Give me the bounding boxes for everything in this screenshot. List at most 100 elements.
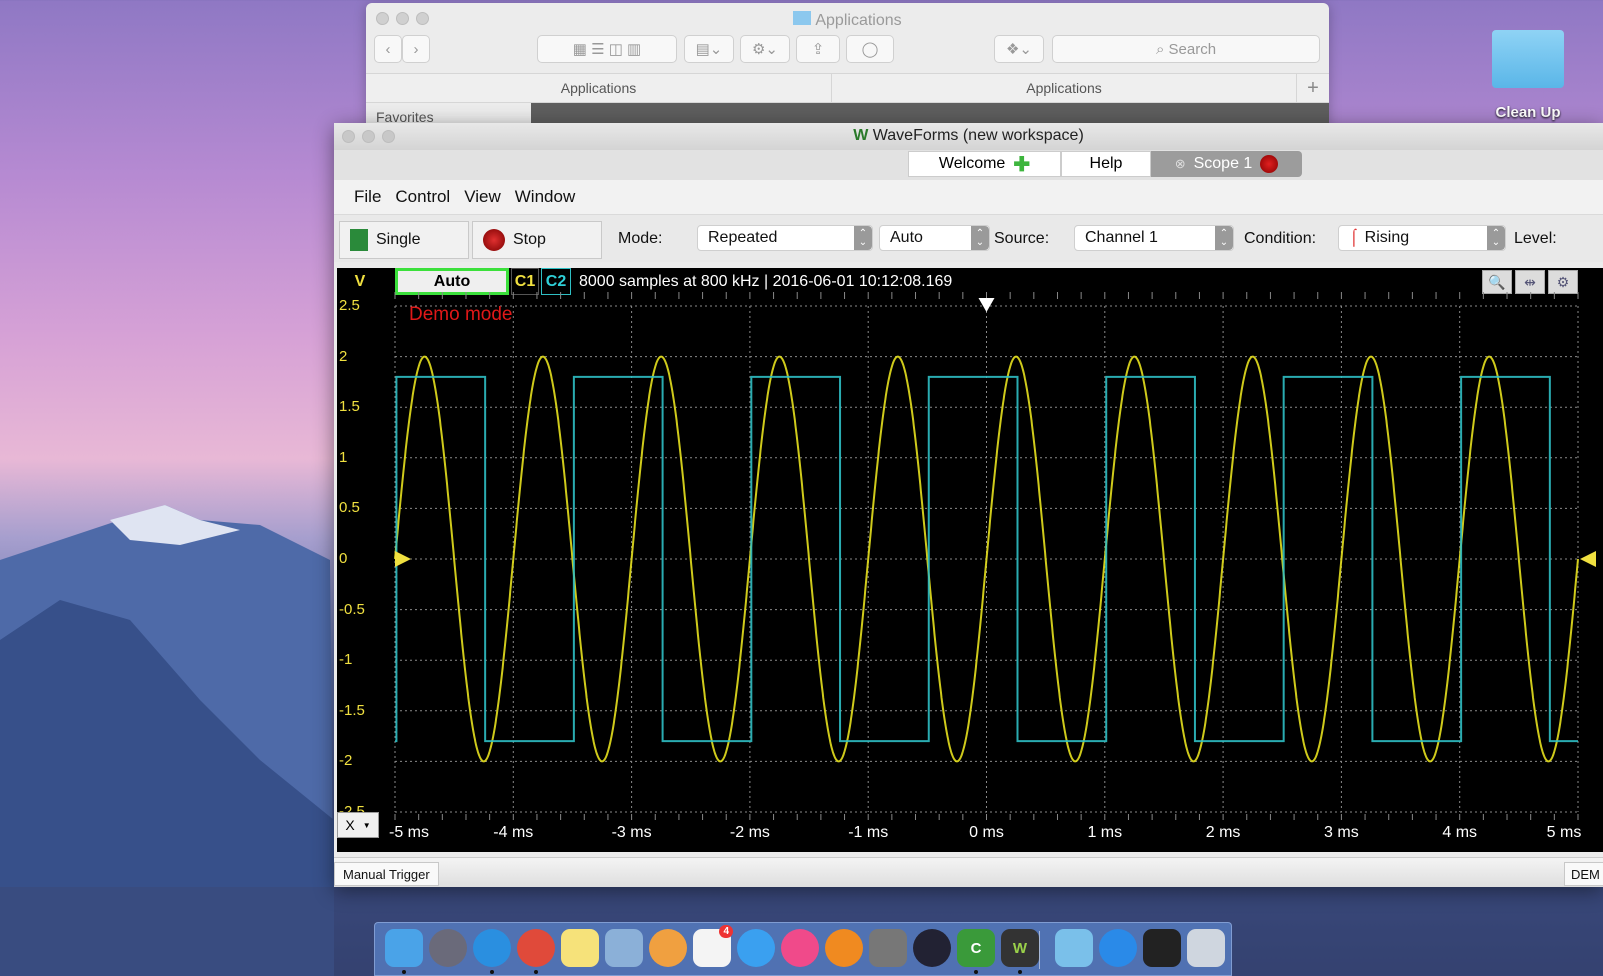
condition-select[interactable]: ⌠ Rising ⌃ ⌄ [1338,225,1506,251]
running-indicator [974,970,978,974]
dock-terminal-icon[interactable] [1143,929,1181,967]
single-button[interactable]: Single [339,221,469,259]
trigger-toolbar: Single Stop Mode: Repeated ⌃ ⌄ Auto ⌃ ⌄ Sour… [334,214,1603,262]
x-axis-button[interactable]: X ▼ [337,812,379,838]
dock-finder-icon[interactable] [385,929,423,967]
path-tab-1[interactable]: Applications [366,73,831,103]
share-button[interactable]: ⇪ [796,35,840,63]
source-select[interactable]: Channel 1 ⌃ ⌄ [1074,225,1234,251]
workspace-tabs: Welcome ✚ Help ⊗ Scope 1 [334,150,1603,180]
mode-value: Repeated [708,229,778,246]
forward-button[interactable]: › [402,35,430,63]
mode-select[interactable]: Repeated ⌃ ⌄ [697,225,873,251]
auto-value: Auto [890,229,923,246]
path-tab-label: Applications [1026,80,1102,96]
x-tick-label: 2 ms [1205,824,1241,841]
finder-title: Applications [815,12,902,29]
path-tab-label: Applications [560,80,637,96]
dock-quicktime-icon[interactable] [913,929,951,967]
y-tick-label: 2.5 [339,297,360,314]
x-axis-label: X [345,817,355,833]
add-tab-button[interactable]: + [1296,73,1329,103]
stepper-icon: ⌃ ⌄ [1215,226,1233,250]
title-bar: W WaveForms (new workspace) [334,123,1603,150]
dock-safari-icon[interactable] [473,929,511,967]
x-tick-label: 5 ms [1546,824,1582,841]
finder-window: Applications ‹ › ▦ ☰ ◫ ▥ ▤⌄ ⚙⌄ ⇪ ◯ ❖⌄ ⌕ … [366,3,1329,128]
tab-scope-1[interactable]: ⊗ Scope 1 [1151,151,1302,177]
menu-bar: File Control View Window [334,180,1603,214]
running-indicator [402,970,406,974]
stepper-icon: ⌃ ⌄ [854,226,872,250]
menu-view[interactable]: View [464,187,501,207]
tag-button[interactable]: ◯ [846,35,894,63]
y-tick-label: 1.5 [339,398,360,416]
view-mode-buttons[interactable]: ▦ ☰ ◫ ▥ [537,35,677,63]
dock-itunes-icon[interactable] [781,929,819,967]
dock-separator [1039,931,1040,969]
dock-downloads-folder-icon[interactable] [1055,929,1093,967]
tab-label: Welcome [938,155,1006,172]
dropbox-button[interactable]: ❖⌄ [994,35,1044,63]
manual-trigger-button[interactable]: Manual Trigger [334,862,439,886]
running-indicator [1018,970,1022,974]
oscilloscope-plot[interactable]: V Auto C1 C2 8000 samples at 800 kHz | 2… [337,268,1603,852]
auto-select[interactable]: Auto ⌃ ⌄ [879,225,990,251]
tab-help[interactable]: Help [1061,151,1151,177]
dock-trash-icon[interactable] [1187,929,1225,967]
notification-badge: 4 [719,925,733,938]
x-tick-label: -1 ms [848,824,889,841]
stop-button[interactable]: Stop [472,221,602,259]
source-label: Source: [994,230,1050,247]
trigger-position-marker [978,298,995,312]
folder-label: Clean Up [1495,104,1561,121]
x-tick-label: 3 ms [1324,824,1359,841]
dock-notes-icon[interactable] [561,929,599,967]
dock-chrome-icon[interactable] [517,929,555,967]
y-tick-label: 2 [339,347,348,365]
running-indicator [490,970,494,974]
dock-ibooks-icon[interactable] [825,929,863,967]
level-label: Level: [1514,230,1557,247]
close-tab-icon[interactable]: ⊗ [1175,156,1186,172]
dock-app-store-icon[interactable] [1099,929,1137,967]
path-tab-2[interactable]: Applications [831,73,1296,103]
stepper-icon: ⌃ ⌄ [1487,226,1505,250]
x-tick-label: 1 ms [1087,824,1123,841]
waveforms-window: W WaveForms (new workspace) Welcome ✚ Hel… [334,123,1603,887]
back-button[interactable]: ‹ [374,35,402,63]
x-tick-label: 0 ms [969,824,1004,841]
arrange-button[interactable]: ▤⌄ [684,35,734,63]
tab-welcome[interactable]: Welcome ✚ [908,151,1061,177]
x-tick-label: -4 ms [493,824,534,841]
x-tick-label: -5 ms [389,824,429,841]
demo-button[interactable]: DEM [1564,862,1603,886]
dock-messages-icon[interactable] [737,929,775,967]
action-gear-button[interactable]: ⚙⌄ [740,35,790,63]
dock-system-preferences-icon[interactable] [869,929,907,967]
y-tick-label: -1.5 [339,701,365,719]
desktop-folder[interactable]: Clean Up [1478,26,1578,126]
dock-preview-icon[interactable] [605,929,643,967]
record-icon [1260,155,1279,173]
dropdown-icon: ▼ [362,820,371,830]
dock-waveforms-icon[interactable]: W [1001,929,1039,967]
add-icon[interactable]: ✚ [1013,152,1030,177]
search-field[interactable]: ⌕ Search [1052,35,1320,63]
dock-reminders-icon[interactable]: 4 [693,925,733,967]
tab-label: Help [1089,155,1123,172]
menu-control[interactable]: Control [395,187,450,207]
x-tick-label: -3 ms [611,824,652,841]
single-icon [350,229,368,251]
menu-window[interactable]: Window [515,187,575,207]
folder-icon [793,11,812,25]
source-value: Channel 1 [1085,229,1158,246]
x-tick-label: 4 ms [1442,824,1478,841]
mode-label: Mode: [618,230,663,247]
dock-photos-icon[interactable] [649,929,687,967]
dock-camtasia-icon[interactable]: C [957,929,995,967]
menu-file[interactable]: File [354,187,381,207]
folder-icon [1492,30,1564,88]
single-label: Single [376,231,421,248]
dock-launchpad-icon[interactable] [429,929,467,967]
